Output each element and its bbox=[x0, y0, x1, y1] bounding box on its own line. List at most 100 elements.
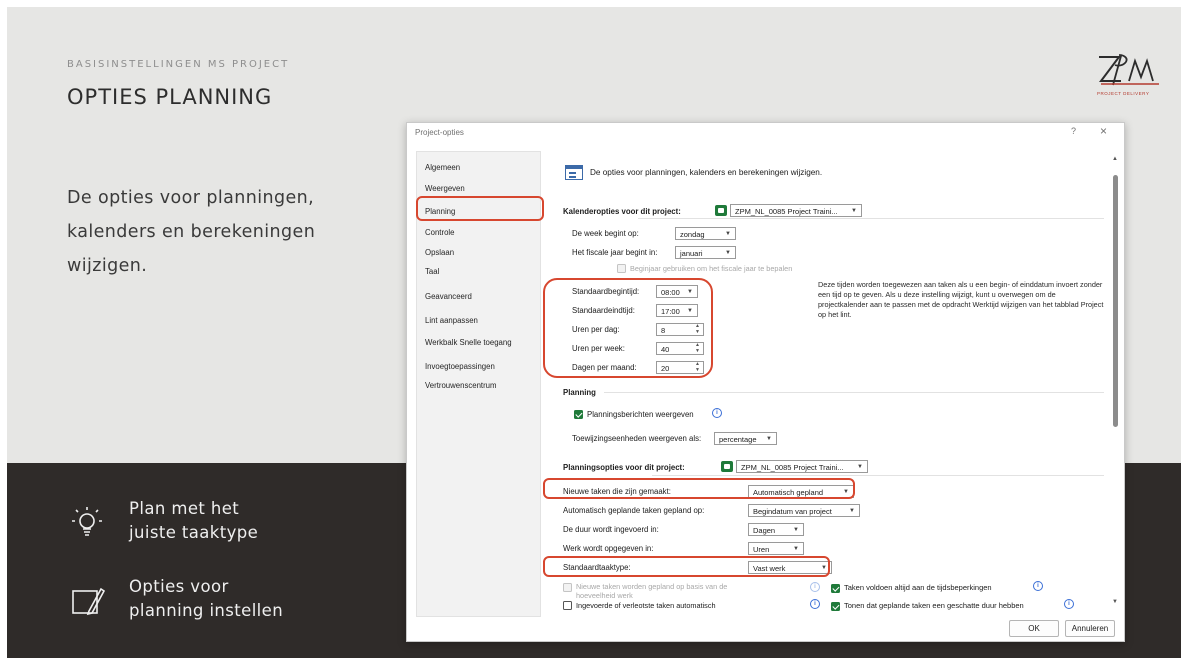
work-label: Werk wordt opgegeven in: bbox=[563, 544, 654, 553]
project-icon bbox=[715, 205, 727, 216]
chevron-down-icon: ▼ bbox=[857, 464, 863, 470]
tip-text: Opties voor planning instellen bbox=[129, 575, 283, 623]
week-start-label: De week begint op: bbox=[572, 229, 639, 238]
select-value: ZPM_NL_0085 Project Traini... bbox=[735, 207, 838, 216]
tip-text: Plan met het juiste taaktype bbox=[129, 497, 258, 545]
fiscal-start-checkbox[interactable] bbox=[617, 264, 626, 273]
nav-item-planning[interactable]: Planning bbox=[425, 207, 455, 216]
new-tasks-label: Nieuwe taken die zijn gemaakt: bbox=[563, 487, 671, 496]
select-value: Begindatum van project bbox=[753, 507, 832, 516]
project-icon bbox=[721, 461, 733, 472]
nav-item-vertrouwenscentrum[interactable]: Vertrouwenscentrum bbox=[425, 381, 497, 390]
body-line: wijzigen. bbox=[67, 256, 148, 276]
select-value: Vast werk bbox=[753, 564, 786, 573]
select-value: Automatisch gepland bbox=[753, 488, 824, 497]
stepper-value: 8 bbox=[661, 326, 666, 335]
logo-mark-svg bbox=[1099, 54, 1159, 86]
info-icon: i bbox=[712, 408, 722, 418]
planning-messages-label: Planningsberichten weergeven bbox=[587, 410, 694, 419]
hours-per-day-label: Uren per dag: bbox=[572, 325, 620, 334]
effort-driven-label: Nieuwe taken worden gepland op basis van… bbox=[576, 582, 728, 600]
chevron-down-icon: ▼ bbox=[843, 489, 849, 495]
schedule-project-select[interactable]: ZPM_NL_0085 Project Traini... ▼ bbox=[736, 460, 868, 473]
chevron-down-icon: ▼ bbox=[793, 527, 799, 533]
slide-kicker: BASISINSTELLINGEN MS PROJECT bbox=[67, 59, 290, 70]
hours-per-week-stepper[interactable]: 40 ▲ ▼ bbox=[656, 342, 704, 355]
stepper-arrows-icon[interactable]: ▲ ▼ bbox=[695, 323, 700, 335]
dialog-title: Project-opties bbox=[415, 128, 464, 137]
cancel-button[interactable]: Annuleren bbox=[1065, 620, 1115, 637]
planning-messages-checkbox[interactable] bbox=[574, 410, 583, 419]
ok-button[interactable]: OK bbox=[1009, 620, 1059, 637]
nav-item-lint-aanpassen[interactable]: Lint aanpassen bbox=[425, 316, 478, 325]
tip-line: Opties voor bbox=[129, 577, 229, 596]
logo-tagline: PROJECT DELIVERY bbox=[1097, 91, 1150, 96]
select-value: januari bbox=[680, 249, 703, 258]
nav-item-werkbalk-snelle-toegang[interactable]: Werkbalk Snelle toegang bbox=[425, 338, 512, 347]
info-icon: i bbox=[810, 599, 820, 609]
zpm-logo: PROJECT DELIVERY bbox=[1095, 51, 1165, 103]
week-start-select[interactable]: zondag ▼ bbox=[675, 227, 736, 240]
scrollbar-thumb[interactable] bbox=[1113, 175, 1118, 427]
stepper-arrows-icon[interactable]: ▲ ▼ bbox=[695, 342, 700, 354]
nav-item-taal[interactable]: Taal bbox=[425, 267, 439, 276]
tip-line: planning instellen bbox=[129, 601, 284, 620]
duration-select[interactable]: Dagen ▼ bbox=[748, 523, 804, 536]
close-icon[interactable]: × bbox=[1100, 124, 1107, 138]
stepper-arrows-icon[interactable]: ▲ ▼ bbox=[695, 361, 700, 373]
tip-task-type: Plan met het juiste taaktype bbox=[67, 497, 258, 545]
estimated-durations-label: Tonen dat geplande taken een geschatte d… bbox=[844, 601, 1024, 610]
vertical-scrollbar[interactable]: ▲ ▼ bbox=[1111, 153, 1121, 613]
tip-line: juiste taaktype bbox=[129, 523, 259, 542]
effort-driven-checkbox[interactable] bbox=[563, 583, 572, 592]
lightbulb-icon bbox=[72, 507, 102, 536]
stepper-value: 20 bbox=[661, 364, 670, 373]
nav-item-invoegtoepassingen[interactable]: Invoegtoepassingen bbox=[425, 362, 495, 371]
task-type-select[interactable]: Vast werk ▼ bbox=[748, 561, 832, 574]
body-line: De opties voor planningen, bbox=[67, 188, 315, 208]
chevron-down-icon: ▼ bbox=[849, 508, 855, 514]
help-button[interactable]: ? bbox=[1071, 126, 1076, 136]
chevron-down-icon: ▼ bbox=[687, 289, 693, 295]
chevron-down-icon: ▼ bbox=[851, 208, 857, 214]
scroll-up-icon[interactable]: ▲ bbox=[1112, 156, 1118, 162]
info-icon: i bbox=[1033, 581, 1043, 591]
info-icon: i bbox=[1064, 599, 1074, 609]
split-tasks-checkbox[interactable] bbox=[563, 601, 572, 610]
nav-item-geavanceerd[interactable]: Geavanceerd bbox=[425, 292, 472, 301]
select-value: Uren bbox=[753, 545, 770, 554]
select-value: 17:00 bbox=[661, 307, 680, 316]
assignment-units-select[interactable]: percentage ▼ bbox=[714, 432, 777, 445]
estimated-durations-checkbox[interactable] bbox=[831, 602, 840, 611]
select-value: Dagen bbox=[753, 526, 776, 535]
nav-item-weergeven[interactable]: Weergeven bbox=[425, 184, 465, 193]
honor-constraints-checkbox[interactable] bbox=[831, 584, 840, 593]
select-value: percentage bbox=[719, 435, 757, 444]
work-select[interactable]: Uren ▼ bbox=[748, 542, 804, 555]
end-time-label: Standaardeindtijd: bbox=[572, 306, 635, 315]
nav-item-opslaan[interactable]: Opslaan bbox=[425, 248, 454, 257]
calendar-heading: Kalenderopties voor dit project: bbox=[563, 207, 681, 216]
nav-item-algemeen[interactable]: Algemeen bbox=[425, 163, 460, 172]
start-time-select[interactable]: 08:00 ▼ bbox=[656, 285, 698, 298]
fiscal-year-select[interactable]: januari ▼ bbox=[675, 246, 736, 259]
planning-header-icon bbox=[565, 165, 583, 180]
divider bbox=[604, 392, 1104, 393]
auto-scheduled-select[interactable]: Begindatum van project ▼ bbox=[748, 504, 860, 517]
scroll-down-icon[interactable]: ▼ bbox=[1112, 599, 1118, 605]
select-value: zondag bbox=[680, 230, 705, 239]
calendar-project-select[interactable]: ZPM_NL_0085 Project Traini... ▼ bbox=[730, 204, 862, 217]
edit-icon bbox=[72, 587, 106, 616]
task-type-label: Standaardtaaktype: bbox=[563, 563, 631, 572]
body-line: kalenders en berekeningen bbox=[67, 222, 316, 242]
end-time-select[interactable]: 17:00 ▼ bbox=[656, 304, 698, 317]
hours-per-day-stepper[interactable]: 8 ▲ ▼ bbox=[656, 323, 704, 336]
nav-item-controle[interactable]: Controle bbox=[425, 228, 454, 237]
new-tasks-select[interactable]: Automatisch gepland ▼ bbox=[748, 485, 854, 498]
divider bbox=[652, 475, 1104, 476]
days-per-month-stepper[interactable]: 20 ▲ ▼ bbox=[656, 361, 704, 374]
stepper-value: 40 bbox=[661, 345, 670, 354]
divider bbox=[638, 218, 1104, 219]
hours-per-week-label: Uren per week: bbox=[572, 344, 625, 353]
chevron-down-icon: ▼ bbox=[793, 546, 799, 552]
